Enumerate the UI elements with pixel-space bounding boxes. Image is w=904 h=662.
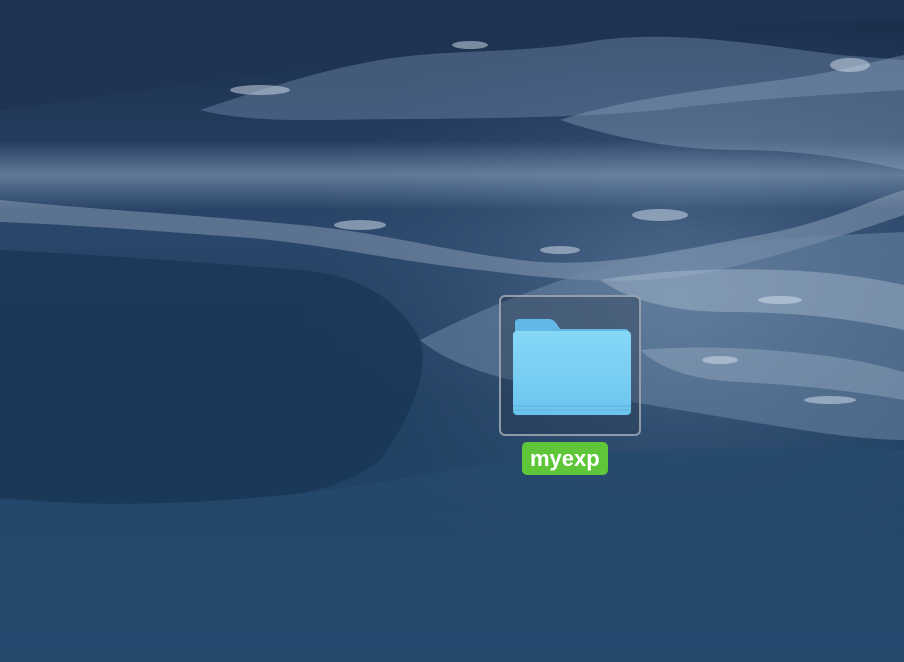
wallpaper bbox=[0, 0, 904, 662]
folder-icon[interactable] bbox=[511, 319, 633, 417]
selection-frame[interactable] bbox=[499, 295, 641, 436]
desktop-folder-item[interactable]: myexp bbox=[499, 295, 641, 477]
desktop[interactable]: myexp bbox=[0, 0, 904, 662]
folder-label[interactable]: myexp bbox=[522, 442, 608, 475]
